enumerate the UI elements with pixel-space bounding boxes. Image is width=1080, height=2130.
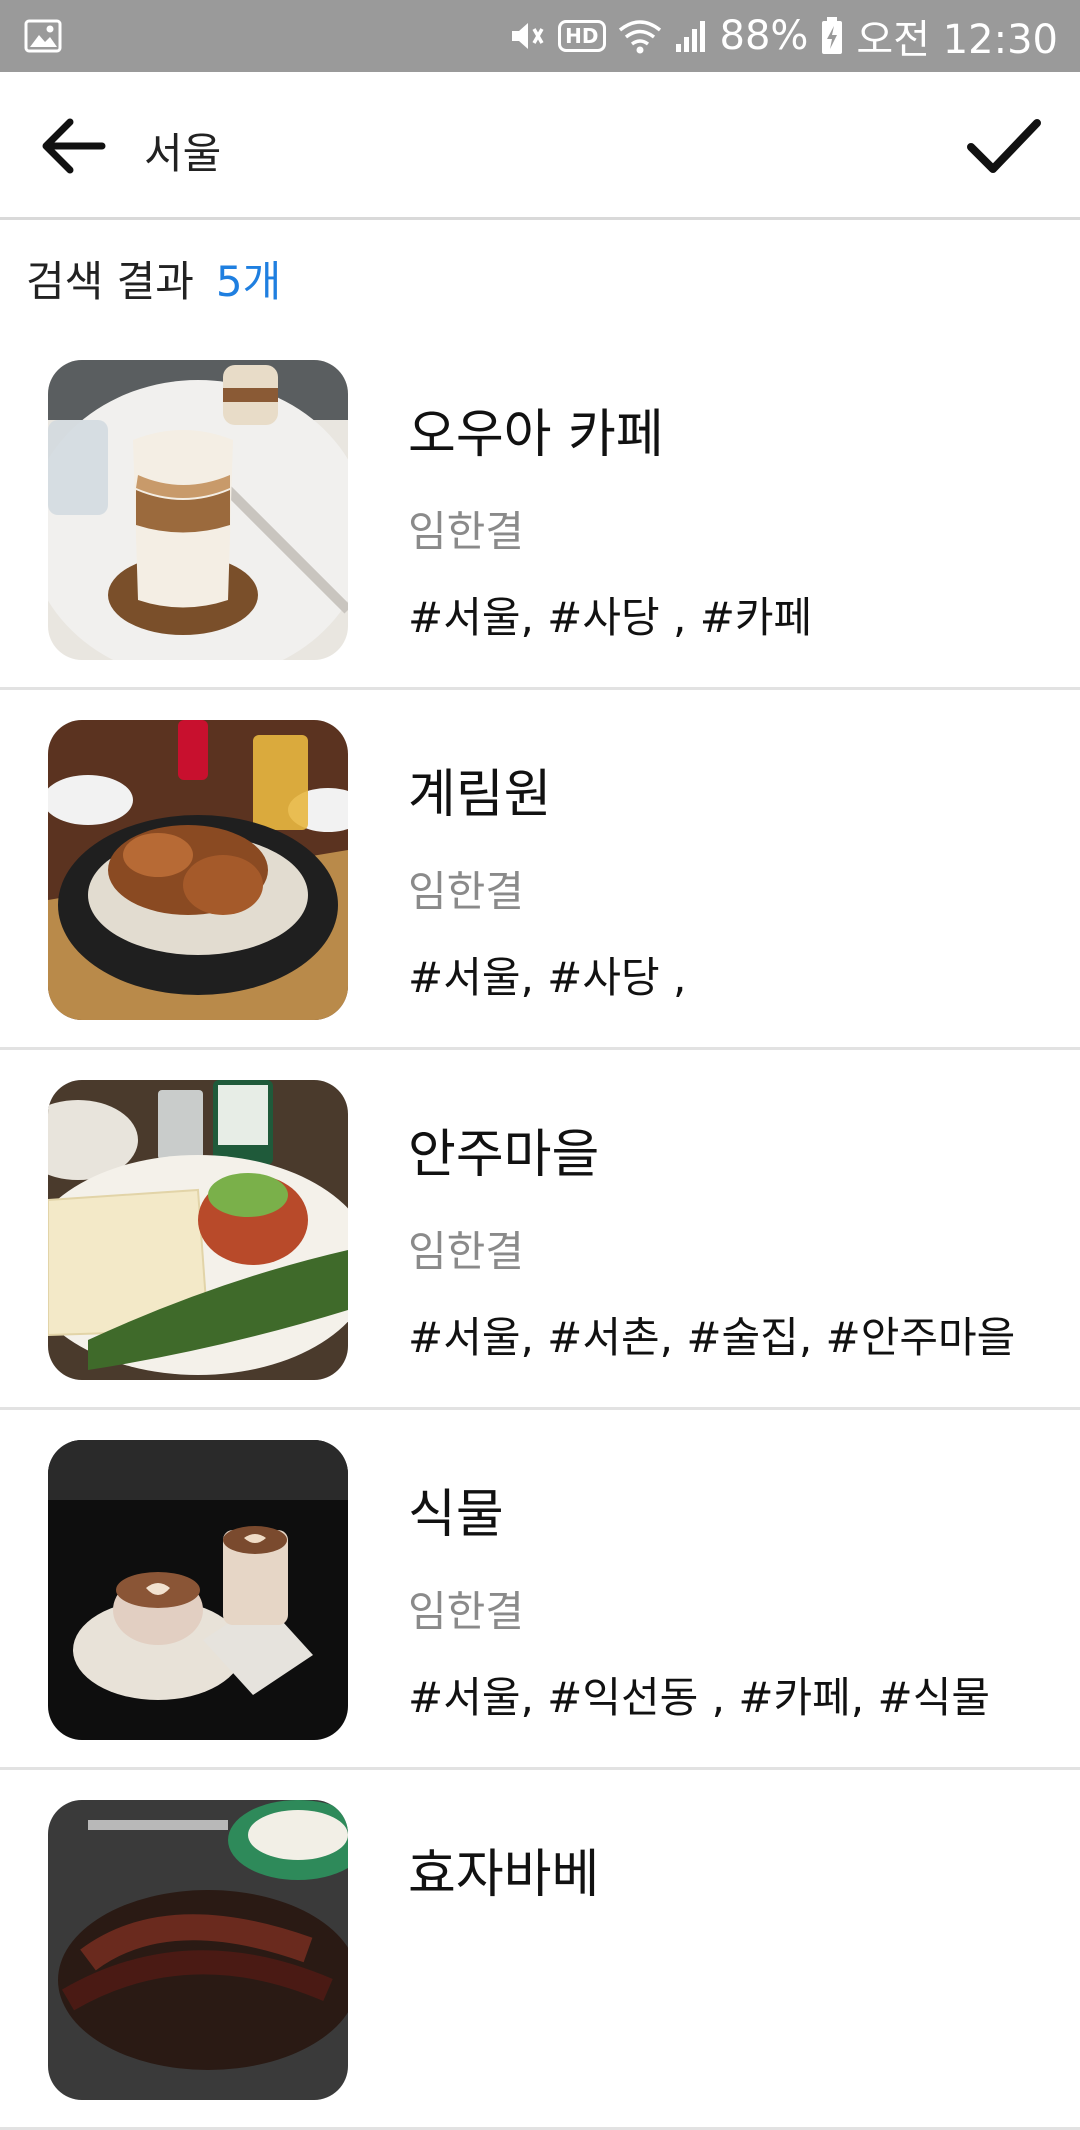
status-bar: HD 88% 오전 12:30 — [0, 0, 1080, 72]
item-author: 임한결 — [408, 1227, 524, 1276]
item-tags: #서울, #서촌, #술집, #안주마을 — [408, 1313, 1016, 1362]
check-icon — [967, 119, 1041, 173]
clock: 오전 12:30 — [856, 17, 1058, 63]
battery-charging-icon — [820, 16, 844, 56]
battery-percentage: 88% — [719, 13, 809, 59]
list-item[interactable]: 계림원 임한결 #서울, #사당 , — [0, 690, 1080, 1050]
item-title: 계림원 — [408, 765, 552, 825]
item-title: 효자바베 — [408, 1845, 600, 1905]
list-item[interactable]: 효자바베 — [0, 1770, 1080, 2130]
item-tags: #서울, #사당 , #카페 — [408, 593, 813, 642]
result-count: 검색 결과 5개 — [26, 248, 281, 309]
result-list: 오우아 카페 임한결 #서울, #사당 , #카페 계림원 임한결 #서울, #… — [0, 330, 1080, 2130]
item-thumbnail — [48, 720, 348, 1020]
list-item[interactable]: 안주마을 임한결 #서울, #서촌, #술집, #안주마을 — [0, 1050, 1080, 1410]
item-title: 안주마을 — [408, 1125, 600, 1185]
back-button[interactable] — [36, 110, 108, 182]
wifi-icon — [618, 18, 662, 54]
list-item[interactable]: 식물 임한결 #서울, #익선동 , #카페, #식물 — [0, 1410, 1080, 1770]
item-author: 임한결 — [408, 867, 524, 916]
item-tags: #서울, #익선동 , #카페, #식물 — [408, 1673, 990, 1722]
item-thumbnail — [48, 1080, 348, 1380]
search-query[interactable]: 서울 — [144, 120, 221, 181]
confirm-button[interactable] — [964, 106, 1044, 186]
hd-icon: HD — [558, 20, 606, 52]
image-icon — [24, 19, 62, 53]
item-title: 식물 — [408, 1485, 504, 1545]
signal-icon — [674, 18, 708, 54]
arrow-left-icon — [42, 118, 106, 174]
mute-icon — [506, 16, 546, 56]
item-author: 임한결 — [408, 507, 524, 556]
result-count-value: 5개 — [215, 257, 282, 306]
search-header: 서울 — [0, 72, 1080, 220]
result-label: 검색 결과 — [26, 257, 194, 306]
item-thumbnail — [48, 360, 348, 660]
item-title: 오우아 카페 — [408, 405, 664, 465]
item-tags: #서울, #사당 , — [408, 953, 687, 1002]
list-item[interactable]: 오우아 카페 임한결 #서울, #사당 , #카페 — [0, 330, 1080, 690]
item-thumbnail — [48, 1440, 348, 1740]
item-author: 임한결 — [408, 1587, 524, 1636]
item-thumbnail — [48, 1800, 348, 2100]
